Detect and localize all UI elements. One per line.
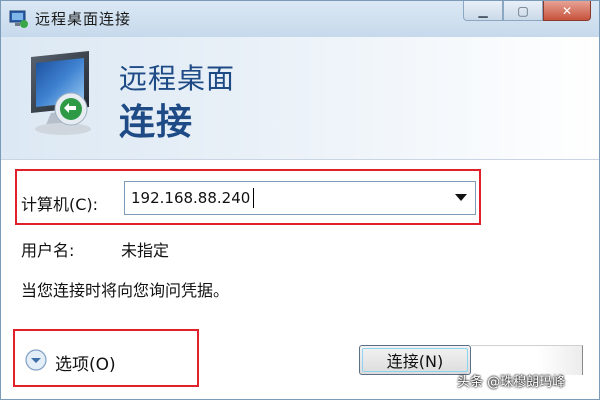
connect-button[interactable]: 连接(N) [359,345,471,375]
minimize-button[interactable]: ▁ [463,1,503,21]
close-button[interactable]: ✕ [543,1,591,21]
close-icon: ✕ [561,3,573,18]
window-controls: ▁ ▢ ✕ [463,1,591,23]
header-banner: 远程桌面 连接 [1,37,599,160]
username-label: 用户名: [21,241,75,260]
computer-field-highlight: 计算机(C): [15,169,481,225]
computer-input[interactable] [131,188,441,208]
header-title-line2: 连接 [119,102,194,143]
expand-options-icon[interactable] [25,349,47,371]
computer-combobox[interactable] [124,181,476,215]
watermark: 头条 @珠穆朗玛峰 [457,375,566,390]
username-value: 未指定 [121,241,170,260]
text-caret [253,188,254,208]
options-highlight: 选项(O) [13,329,199,387]
dropdown-arrow-button[interactable] [451,188,471,208]
monitor-icon [31,51,91,135]
header-title-line1: 远程桌面 [119,62,236,95]
maximize-icon: ▢ [517,3,529,18]
remote-desktop-window: 远程桌面连接 ▁ ▢ ✕ 远程桌面 连接 计算机(C): 192.168.88.… [0,0,600,400]
connect-button-label: 连接(N) [386,352,444,371]
remote-desktop-icon [9,10,28,28]
title-bar[interactable]: 远程桌面连接 ▁ ▢ ✕ [1,1,599,37]
computer-label: 计算机(C): [21,195,99,214]
window-title: 远程桌面连接 [35,10,132,28]
maximize-button[interactable]: ▢ [503,1,543,21]
options-toggle[interactable]: 选项(O) [55,350,116,375]
dropdown-arrow-icon [455,194,467,201]
minimize-icon: ▁ [478,3,488,18]
credential-hint: 当您连接时将向您询问凭据。 [21,281,230,300]
